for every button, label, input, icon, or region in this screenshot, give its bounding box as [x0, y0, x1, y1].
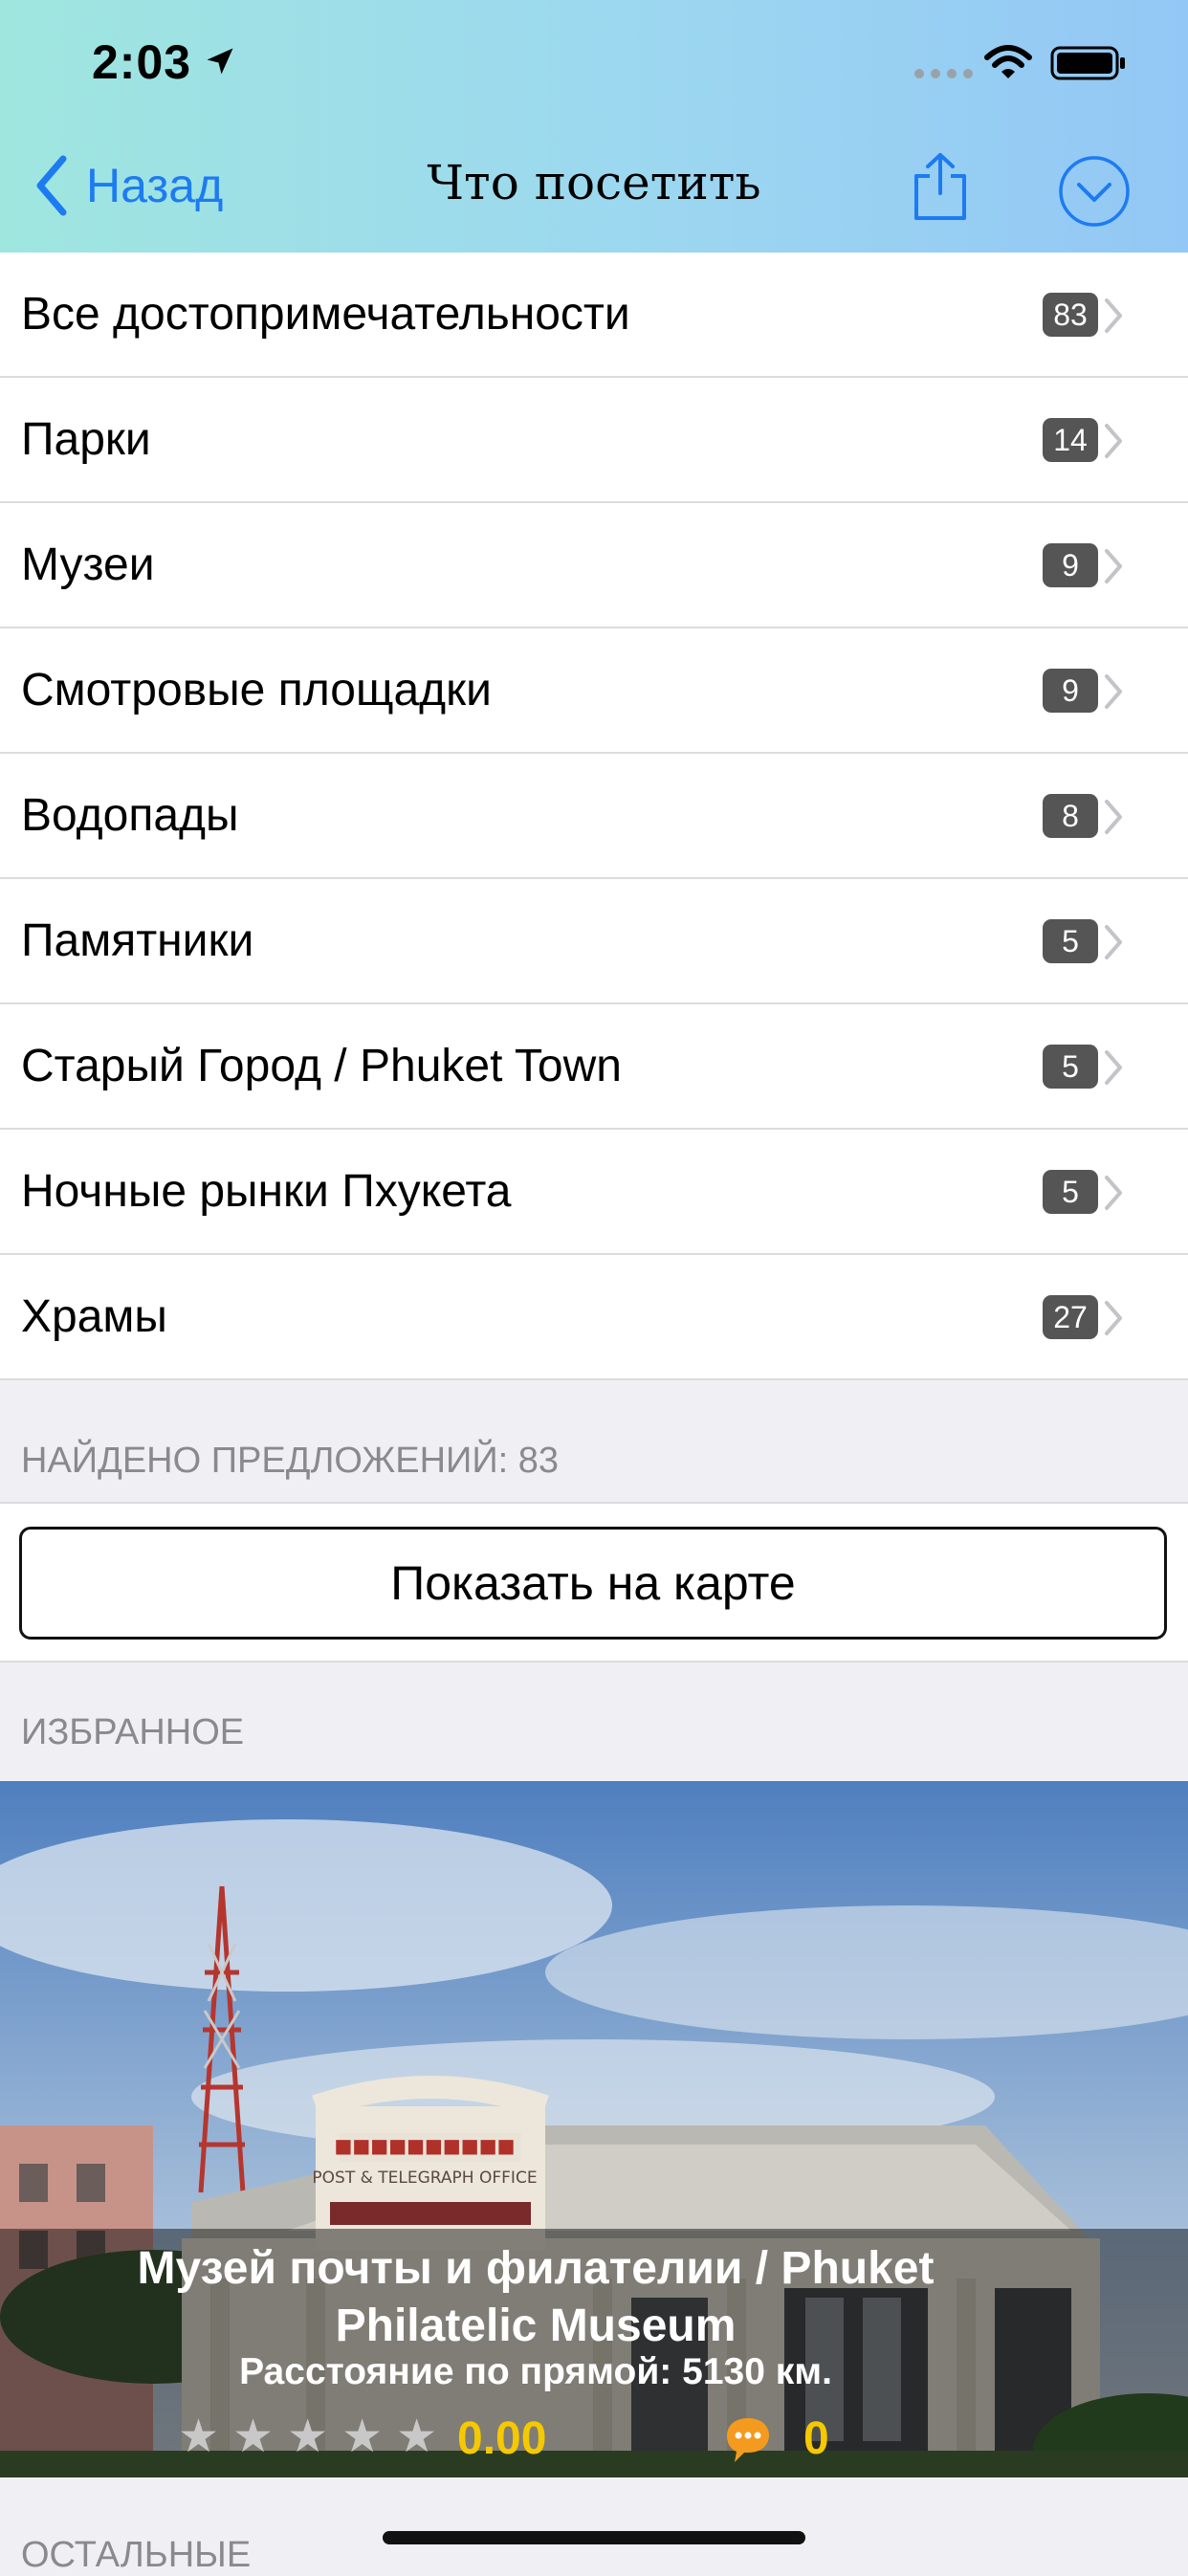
chevron-right-icon [1105, 1176, 1122, 1210]
count-badge: 9 [1043, 669, 1098, 713]
category-label: Старый Город / Phuket Town [21, 1041, 622, 1091]
home-indicator [383, 2531, 805, 2544]
category-label: Все достопримечательности [21, 289, 630, 340]
count-badge: 14 [1043, 418, 1098, 462]
category-row-viewpoints[interactable]: Смотровые площадки 9 [0, 628, 1188, 754]
map-button-cell: Показать на карте [0, 1502, 1188, 1662]
category-label: Парки [21, 414, 151, 465]
svg-text:■■■■■■■■■■: ■■■■■■■■■■ [335, 2134, 516, 2157]
others-section-label: ОСТАЛЬНЫЕ [21, 2535, 252, 2575]
comment-bubble-icon [727, 2418, 769, 2462]
category-row-all[interactable]: Все достопримечательности 83 [0, 253, 1188, 378]
place-distance: Расстояние по прямой: 5130 км. [239, 2351, 832, 2392]
chevron-right-icon [1105, 298, 1122, 333]
chevron-right-icon [1105, 1050, 1122, 1085]
chevron-down-circle-icon[interactable] [1058, 155, 1131, 228]
rating-value: 0.00 [457, 2413, 547, 2464]
battery-icon [1050, 46, 1125, 80]
star-icon: ★ [232, 2411, 275, 2462]
chevron-left-icon [36, 155, 67, 216]
status-time: 2:03 [92, 35, 192, 89]
category-label: Смотровые площадки [21, 665, 492, 716]
chevron-right-icon [1105, 424, 1122, 458]
star-icon: ★ [178, 2411, 220, 2462]
location-arrow-icon [207, 48, 233, 75]
category-label: Музеи [21, 539, 155, 590]
category-label: Храмы [21, 1291, 167, 1342]
found-count-label: НАЙДЕНО ПРЕДЛОЖЕНИЙ: 83 [21, 1441, 560, 1481]
count-badge: 5 [1043, 1170, 1098, 1214]
building-sign-text: POST & TELEGRAPH OFFICE [312, 2169, 537, 2188]
wifi-icon [984, 45, 1032, 78]
category-label: Памятники [21, 915, 254, 966]
star-icon: ★ [396, 2411, 438, 2462]
chevron-right-icon [1105, 674, 1122, 709]
chevron-right-icon [1105, 549, 1122, 583]
category-row-night-markets[interactable]: Ночные рынки Пхукета 5 [0, 1130, 1188, 1255]
count-badge: 27 [1043, 1295, 1098, 1339]
share-icon[interactable] [911, 151, 970, 222]
comment-count: 0 [803, 2413, 829, 2464]
navigation-header: 2:03 Назад Что посетить [0, 0, 1188, 254]
category-row-old-town[interactable]: Старый Город / Phuket Town 5 [0, 1004, 1188, 1130]
cellular-signal-icon [914, 69, 973, 78]
category-label: Ночные рынки Пхукета [21, 1166, 512, 1217]
show-on-map-button[interactable]: Показать на карте [19, 1527, 1167, 1640]
favorite-place-card[interactable]: ■■■■■■■■■■ POST & TELEGRAPH OFFICE Музей… [0, 1781, 1188, 2477]
favorites-section-label: ИЗБРАННОЕ [21, 1712, 245, 1752]
count-badge: 5 [1043, 1045, 1098, 1089]
category-row-waterfalls[interactable]: Водопады 8 [0, 754, 1188, 879]
back-button-label: Назад [86, 159, 224, 212]
chevron-right-icon [1105, 1301, 1122, 1335]
category-list: Все достопримечательности 83 Парки 14 Му… [0, 253, 1188, 1380]
category-label: Водопады [21, 790, 239, 841]
category-row-parks[interactable]: Парки 14 [0, 378, 1188, 503]
chevron-right-icon [1105, 925, 1122, 959]
count-badge: 8 [1043, 794, 1098, 838]
count-badge: 5 [1043, 919, 1098, 963]
back-button[interactable]: Назад [33, 153, 223, 218]
count-badge: 83 [1043, 293, 1098, 337]
star-icon: ★ [341, 2411, 384, 2462]
category-row-monuments[interactable]: Памятники 5 [0, 879, 1188, 1004]
count-badge: 9 [1043, 543, 1098, 587]
rating-stars: ★ ★ ★ ★ ★ [178, 2414, 437, 2460]
category-row-temples[interactable]: Храмы 27 [0, 1255, 1188, 1380]
star-icon: ★ [287, 2411, 329, 2462]
category-row-museums[interactable]: Музеи 9 [0, 503, 1188, 628]
place-title: Музей почты и филателии / Phuket Philate… [137, 2243, 935, 2351]
chevron-right-icon [1105, 800, 1122, 834]
